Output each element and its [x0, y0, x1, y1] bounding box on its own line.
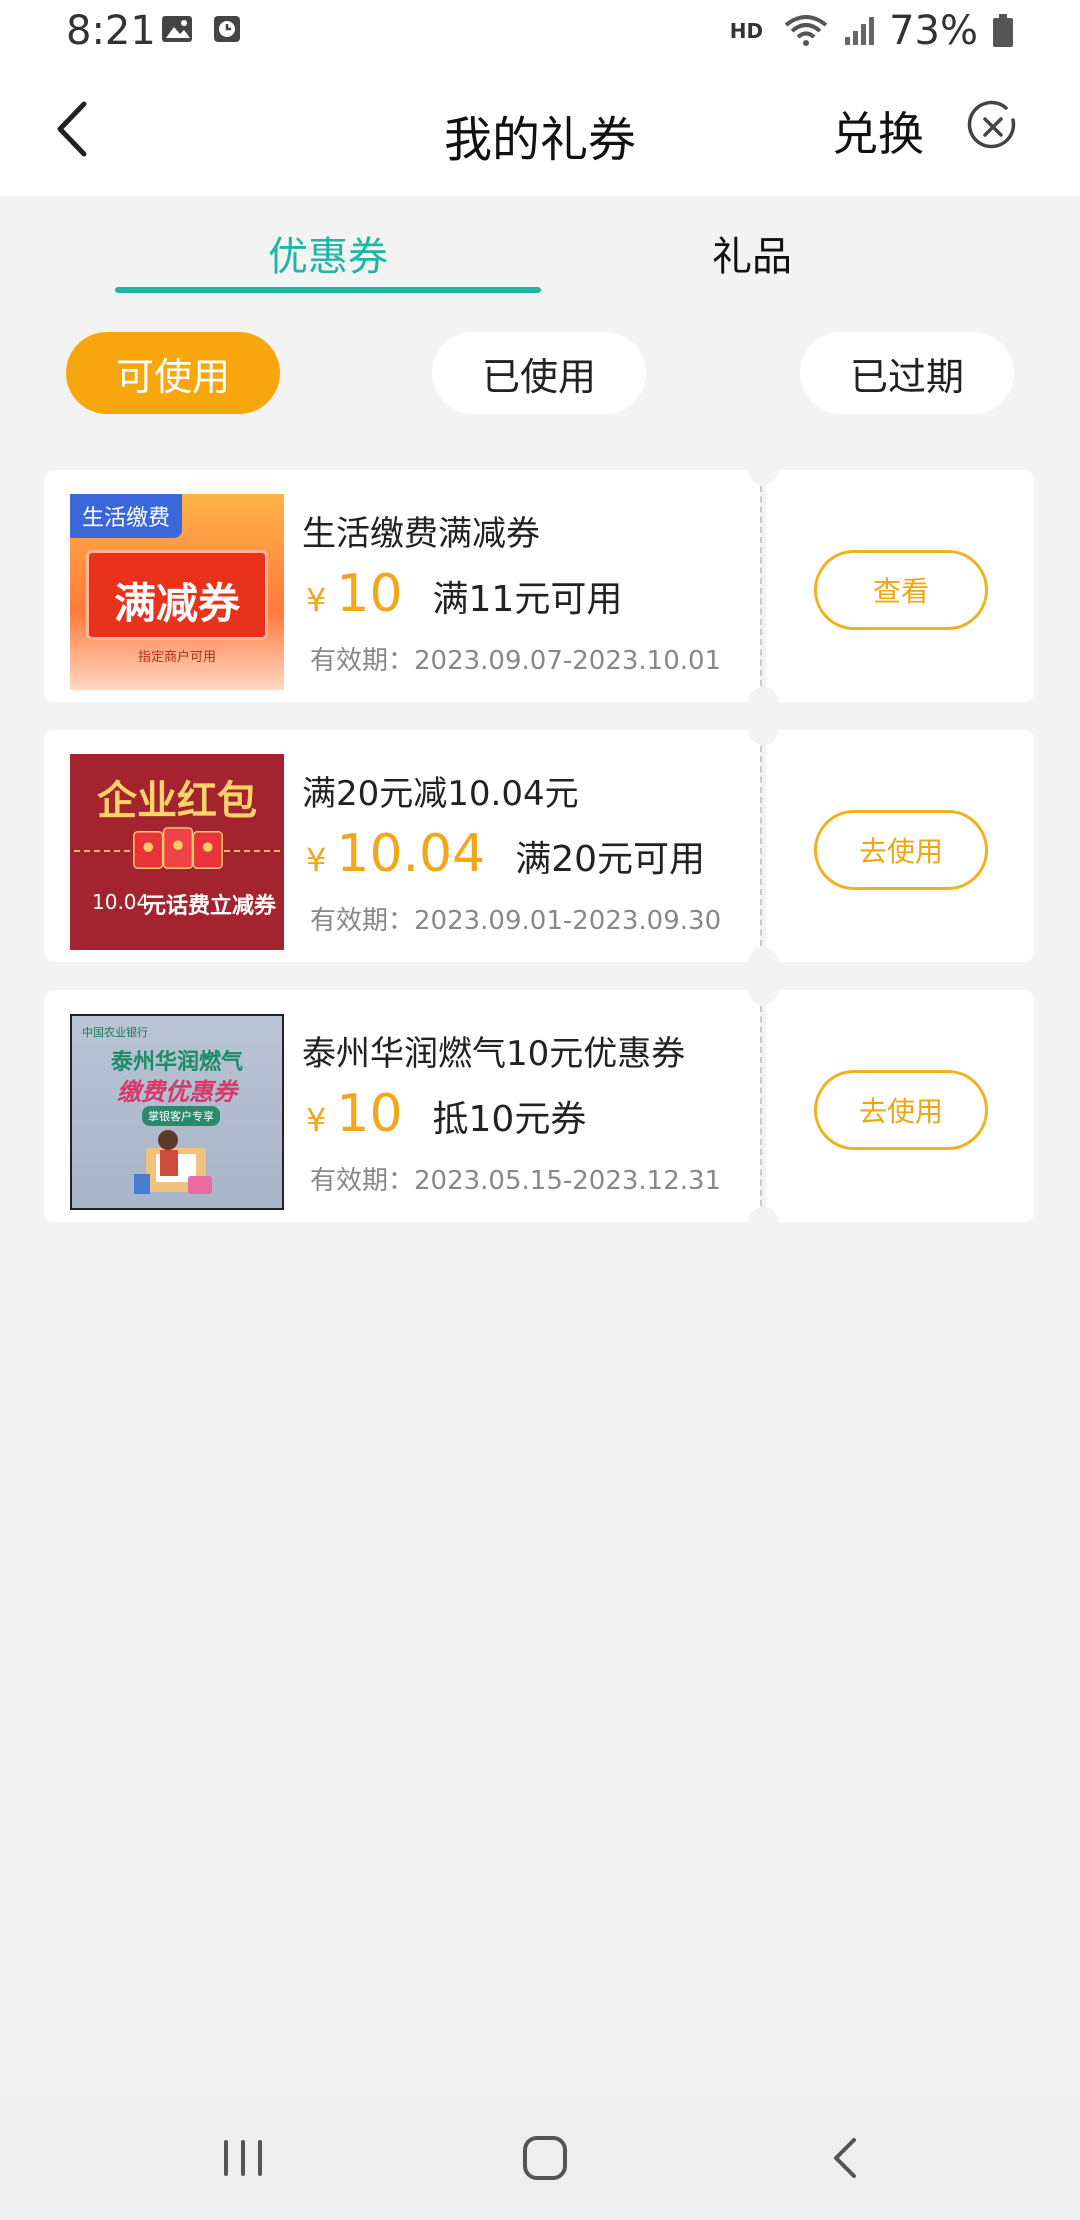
- red-envelope-icon: [133, 827, 223, 869]
- system-nav-bar: [0, 2096, 1080, 2220]
- coupon-validity: 有效期：2023.05.15-2023.12.31: [310, 1166, 722, 1196]
- coupon-notch: [748, 687, 778, 717]
- status-bar: 8:21 HD 73%: [0, 0, 1080, 64]
- coupon-validity: 有效期：2023.09.07-2023.10.01: [310, 646, 722, 676]
- coupon-card[interactable]: 企业红包 10.04 元话费立减券 满20元减10.04元 ¥ 10.04 满2…: [44, 715, 1034, 977]
- tab-bar: 优惠券 礼品: [0, 196, 1080, 300]
- coupon-notch: [748, 715, 778, 745]
- thumb-tag: 掌银客户专享: [142, 1106, 220, 1126]
- coupon-title: 泰州华润燃气10元优惠券: [302, 1034, 686, 1074]
- use-coupon-button[interactable]: 去使用: [814, 810, 988, 890]
- coupon-thumbnail: 生活缴费 满减券 指定商户可用: [70, 494, 284, 690]
- shopping-illustration-icon: [134, 1130, 212, 1194]
- coupon-card[interactable]: 生活缴费 满减券 指定商户可用 生活缴费满减券 ¥ 10 满11元可用 有效期：…: [44, 455, 1034, 717]
- coupon-thumbnail: 中国农业银行 泰州华润燃气 缴费优惠券 掌银客户专享: [70, 1014, 284, 1210]
- coupon-divider: [760, 1006, 762, 1206]
- coupon-amount: ¥ 10 抵10元券: [306, 1084, 586, 1144]
- coupon-amount: ¥ 10.04 满20元可用: [306, 824, 705, 884]
- view-coupon-button[interactable]: 查看: [814, 550, 988, 630]
- home-icon[interactable]: [510, 2126, 580, 2190]
- coupon-card[interactable]: 中国农业银行 泰州华润燃气 缴费优惠券 掌银客户专享 泰州华润燃气10元优惠券 …: [44, 975, 1034, 1237]
- status-right: HD 73%: [730, 8, 1014, 54]
- exchange-button[interactable]: 兑换: [832, 98, 924, 164]
- tab-coupons[interactable]: 优惠券: [128, 224, 528, 282]
- currency-symbol: ¥: [306, 581, 327, 619]
- coupon-condition: 满20元可用: [515, 839, 706, 880]
- header: 我的礼券 兑换: [0, 64, 1080, 196]
- currency-symbol: ¥: [306, 1101, 327, 1139]
- coupon-notch: [748, 947, 778, 977]
- image-icon: [162, 16, 192, 42]
- coupon-notch: [748, 975, 778, 1005]
- filter-used[interactable]: 已使用: [432, 332, 646, 414]
- filter-bar: 可使用 已使用 已过期: [0, 332, 1080, 416]
- status-time: 8:21: [66, 8, 156, 54]
- coupon-title: 满20元减10.04元: [302, 774, 579, 814]
- coupon-divider: [760, 746, 762, 946]
- network-type: HD: [729, 19, 764, 43]
- amount-value: 10: [336, 564, 403, 624]
- thumb-headline: 企业红包: [97, 778, 257, 824]
- filter-available[interactable]: 可使用: [66, 332, 280, 414]
- coupon-notch: [748, 455, 778, 485]
- coupon-thumbnail: 企业红包 10.04 元话费立减券: [70, 754, 284, 950]
- tab-gifts[interactable]: 礼品: [552, 224, 952, 282]
- thumb-sub: 元话费立减券: [144, 893, 277, 919]
- thumb-badge: 生活缴费: [70, 494, 183, 538]
- filter-expired[interactable]: 已过期: [800, 332, 1014, 414]
- coupon-title: 生活缴费满减券: [302, 514, 540, 554]
- use-coupon-button[interactable]: 去使用: [814, 1070, 988, 1150]
- thumb-sub-number: 10.04: [92, 890, 150, 914]
- thumb-sub: 指定商户可用: [137, 650, 216, 665]
- tab-active-indicator: [115, 287, 541, 293]
- wifi-icon: [784, 15, 828, 46]
- recent-apps-icon[interactable]: [208, 2126, 278, 2190]
- coupon-validity: 有效期：2023.09.01-2023.09.30: [310, 906, 722, 936]
- back-icon[interactable]: [812, 2126, 882, 2190]
- battery-icon: [993, 14, 1013, 47]
- coupon-condition: 满11元可用: [432, 579, 623, 620]
- coupon-amount: ¥ 10 满11元可用: [306, 564, 622, 624]
- amount-value: 10.04: [336, 824, 486, 884]
- amount-value: 10: [336, 1084, 403, 1144]
- thumb-bank: 中国农业银行: [82, 1026, 148, 1039]
- circle-close-icon[interactable]: [966, 100, 1020, 154]
- coupon-divider: [760, 486, 762, 686]
- coupon-condition: 抵10元券: [432, 1099, 587, 1140]
- thumb-headline: 满减券: [113, 579, 240, 628]
- clock-icon: [214, 16, 240, 42]
- thumb-line2: 缴费优惠券: [117, 1078, 237, 1106]
- currency-symbol: ¥: [306, 841, 327, 879]
- battery-percent: 73%: [889, 8, 978, 54]
- signal-icon: [845, 17, 875, 45]
- coupon-notch: [748, 1207, 778, 1237]
